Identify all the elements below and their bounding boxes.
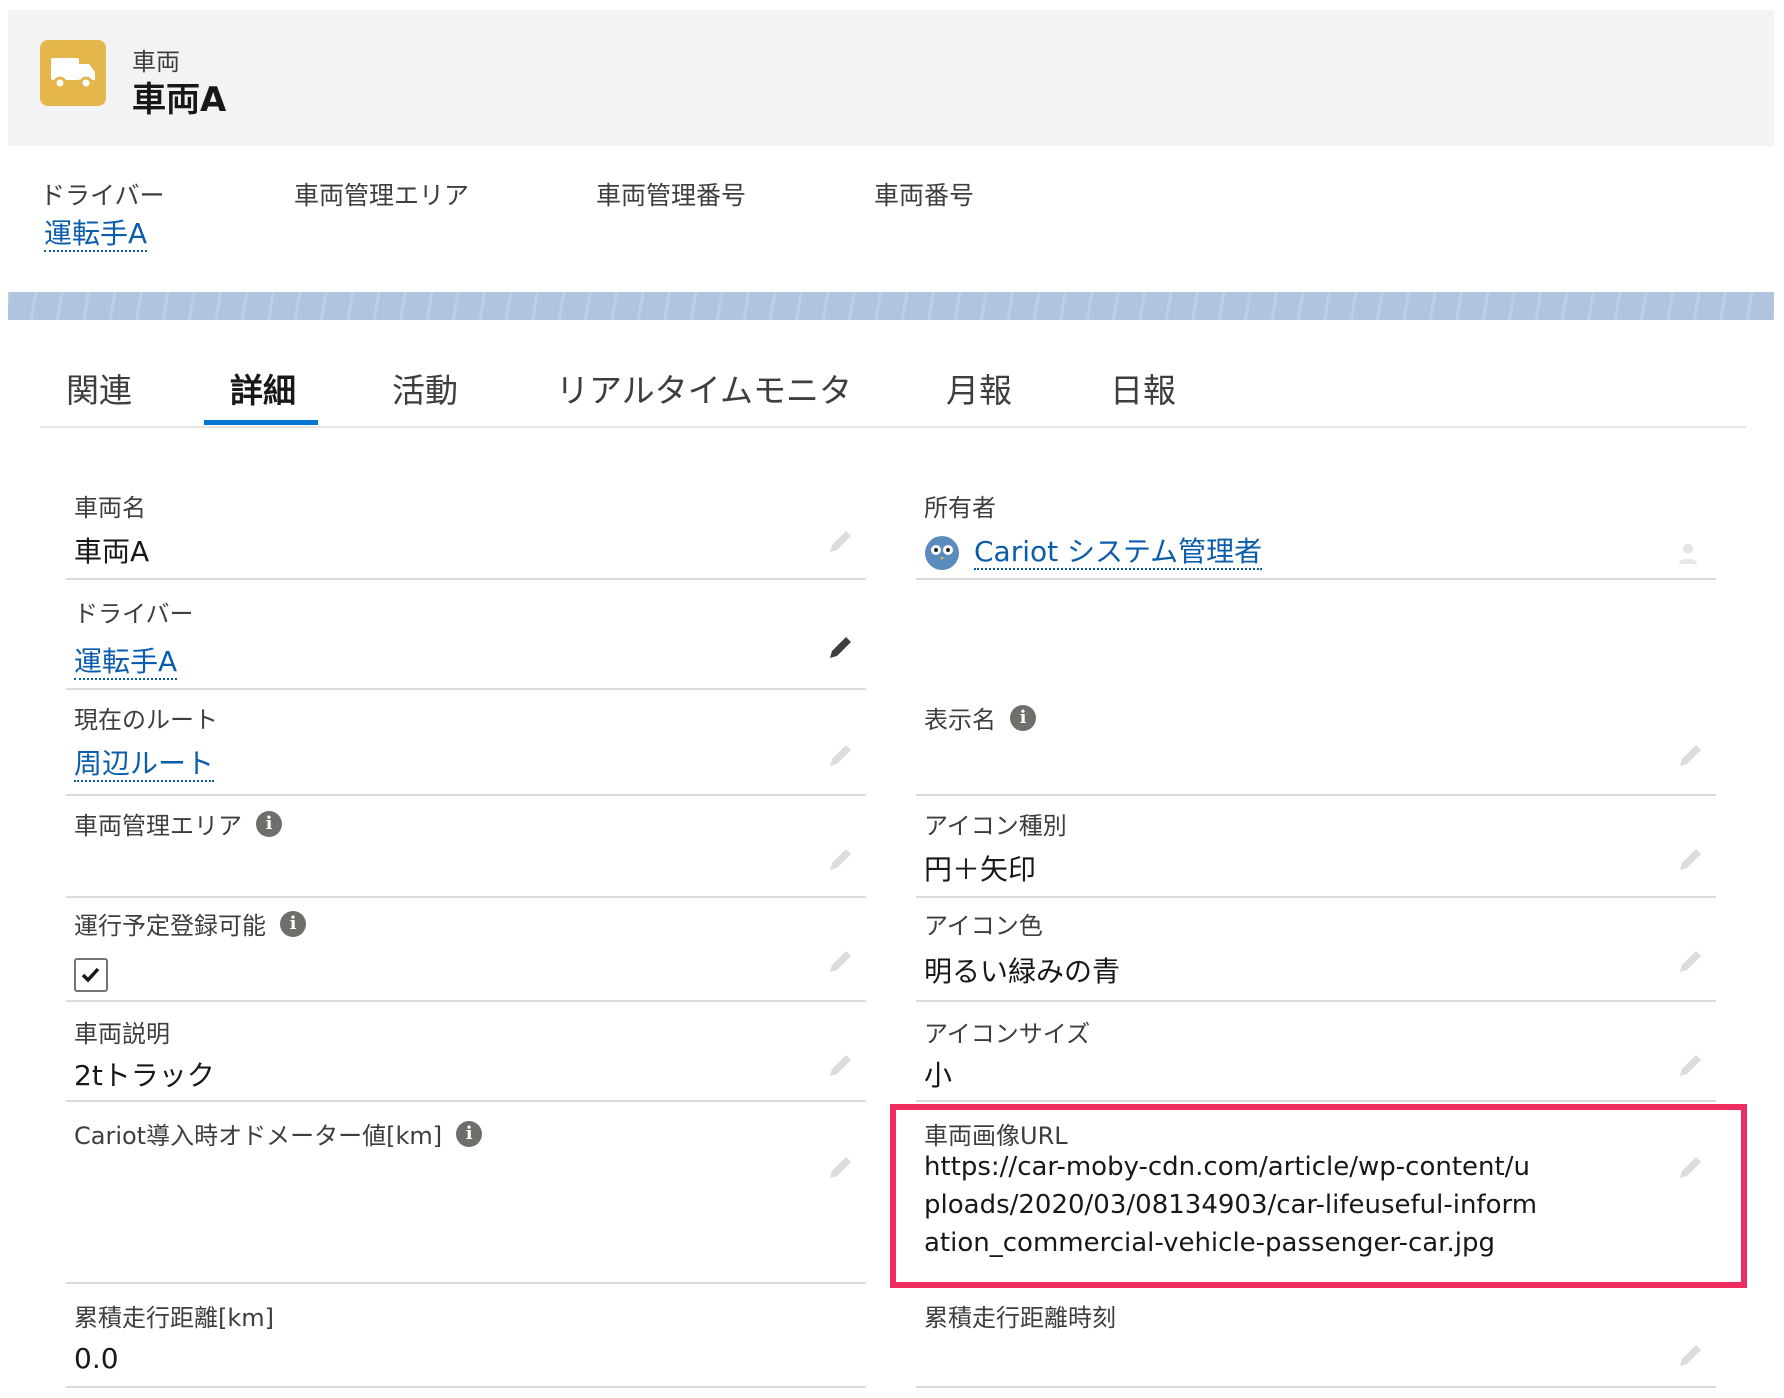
field-label: 累積走行距離時刻: [924, 1304, 1116, 1332]
tab-realtime-monitor[interactable]: リアルタイムモニタ: [556, 364, 852, 412]
highlight-label-mgmt-number: 車両管理番号: [596, 181, 747, 210]
field-icon-type: アイコン種別 円＋矢印: [916, 796, 1716, 898]
field-label: 現在のルート: [74, 706, 218, 734]
field-schedule-registrable: 運行予定登録可能 i: [66, 898, 866, 1002]
truck-icon: [40, 40, 106, 106]
pencil-icon[interactable]: [826, 740, 856, 770]
record-tabs: 関連 詳細 活動 リアルタイムモニタ 月報 日報: [40, 330, 1746, 428]
field-vehicle-name: 車両名 車両A: [66, 478, 866, 580]
info-icon[interactable]: i: [1010, 704, 1036, 731]
info-icon[interactable]: i: [456, 1120, 483, 1147]
field-owner: 所有者 Cariot システム管理者: [916, 478, 1716, 580]
field-label-text: 運行予定登録可能: [74, 912, 266, 940]
field-label: アイコンサイズ: [924, 1020, 1091, 1048]
field-label-text: 車両管理エリア: [74, 812, 242, 840]
field-value: 車両A: [74, 535, 150, 568]
tab-monthly-report[interactable]: 月報: [946, 364, 1012, 412]
field-value: 円＋矢印: [924, 853, 1037, 886]
change-owner-icon[interactable]: [1676, 538, 1706, 568]
pencil-icon[interactable]: [826, 526, 856, 556]
active-tab-indicator: [204, 420, 318, 425]
record-title: 車両A: [132, 80, 227, 120]
pencil-icon[interactable]: [1676, 946, 1706, 976]
pencil-icon[interactable]: [826, 632, 856, 662]
field-label: アイコン種別: [924, 812, 1067, 840]
pencil-icon[interactable]: [826, 1152, 856, 1182]
highlight-driver-link[interactable]: 運転手A: [44, 218, 148, 252]
tab-related[interactable]: 関連: [66, 364, 132, 412]
field-label-text: Cariot導入時オドメーター値[km]: [74, 1122, 443, 1150]
tab-activity[interactable]: 活動: [392, 364, 458, 412]
tab-daily-report[interactable]: 日報: [1110, 364, 1176, 412]
schedule-checkbox[interactable]: [74, 958, 108, 992]
pencil-icon[interactable]: [826, 946, 856, 976]
owner-link[interactable]: Cariot システム管理者: [974, 535, 1263, 570]
highlight-label-vehicle-number: 車両番号: [874, 181, 975, 210]
field-label: ドライバー: [74, 600, 194, 628]
field-odometer: Cariot導入時オドメーター値[km] i: [66, 1102, 866, 1284]
field-label: 運行予定登録可能 i: [74, 906, 306, 941]
record-header: 車両 車両A: [8, 10, 1774, 146]
pencil-icon[interactable]: [826, 1050, 856, 1080]
field-label: 車両説明: [74, 1020, 170, 1048]
pencil-icon[interactable]: [1676, 1050, 1706, 1080]
tab-details[interactable]: 詳細: [230, 364, 296, 412]
field-value: 0.0: [74, 1342, 119, 1375]
field-label: 表示名 i: [924, 700, 1036, 735]
pencil-icon[interactable]: [1676, 844, 1706, 874]
highlight-label-driver: ドライバー: [40, 181, 165, 210]
field-current-route: 現在のルート 周辺ルート: [66, 690, 866, 796]
field-value: 2tトラック: [74, 1059, 215, 1092]
field-display-name: 表示名 i: [916, 690, 1716, 796]
field-value: 明るい緑みの青: [924, 955, 1121, 988]
pencil-icon[interactable]: [1676, 1340, 1706, 1370]
field-total-distance-time: 累積走行距離時刻: [916, 1284, 1716, 1388]
field-label: 累積走行距離[km]: [74, 1304, 275, 1332]
field-label: 所有者: [924, 494, 996, 522]
field-driver: ドライバー 運転手A: [66, 580, 866, 690]
checkmark-icon: [81, 967, 100, 983]
owl-avatar-icon: [925, 536, 959, 570]
pencil-icon[interactable]: [1676, 740, 1706, 770]
field-label: 車両名: [74, 494, 146, 522]
driver-link[interactable]: 運転手A: [74, 645, 178, 680]
field-label: アイコン色: [924, 912, 1043, 940]
field-description: 車両説明 2tトラック: [66, 1002, 866, 1102]
field-label: 車両管理エリア i: [74, 806, 282, 841]
annotation-highlight-box: [890, 1104, 1747, 1288]
route-link[interactable]: 周辺ルート: [74, 747, 215, 782]
field-total-distance: 累積走行距離[km] 0.0: [66, 1284, 866, 1388]
field-label-text: 表示名: [924, 706, 996, 734]
field-icon-color: アイコン色 明るい緑みの青: [916, 898, 1716, 1002]
highlight-label-area: 車両管理エリア: [294, 181, 470, 210]
decorative-band: [8, 292, 1774, 320]
field-label: Cariot導入時オドメーター値[km] i: [74, 1116, 483, 1151]
info-icon[interactable]: i: [256, 810, 282, 837]
pencil-icon[interactable]: [826, 844, 856, 874]
field-icon-size: アイコンサイズ 小: [916, 1002, 1716, 1102]
info-icon[interactable]: i: [280, 910, 306, 937]
field-value: 小: [924, 1059, 953, 1092]
field-management-area: 車両管理エリア i: [66, 796, 866, 898]
